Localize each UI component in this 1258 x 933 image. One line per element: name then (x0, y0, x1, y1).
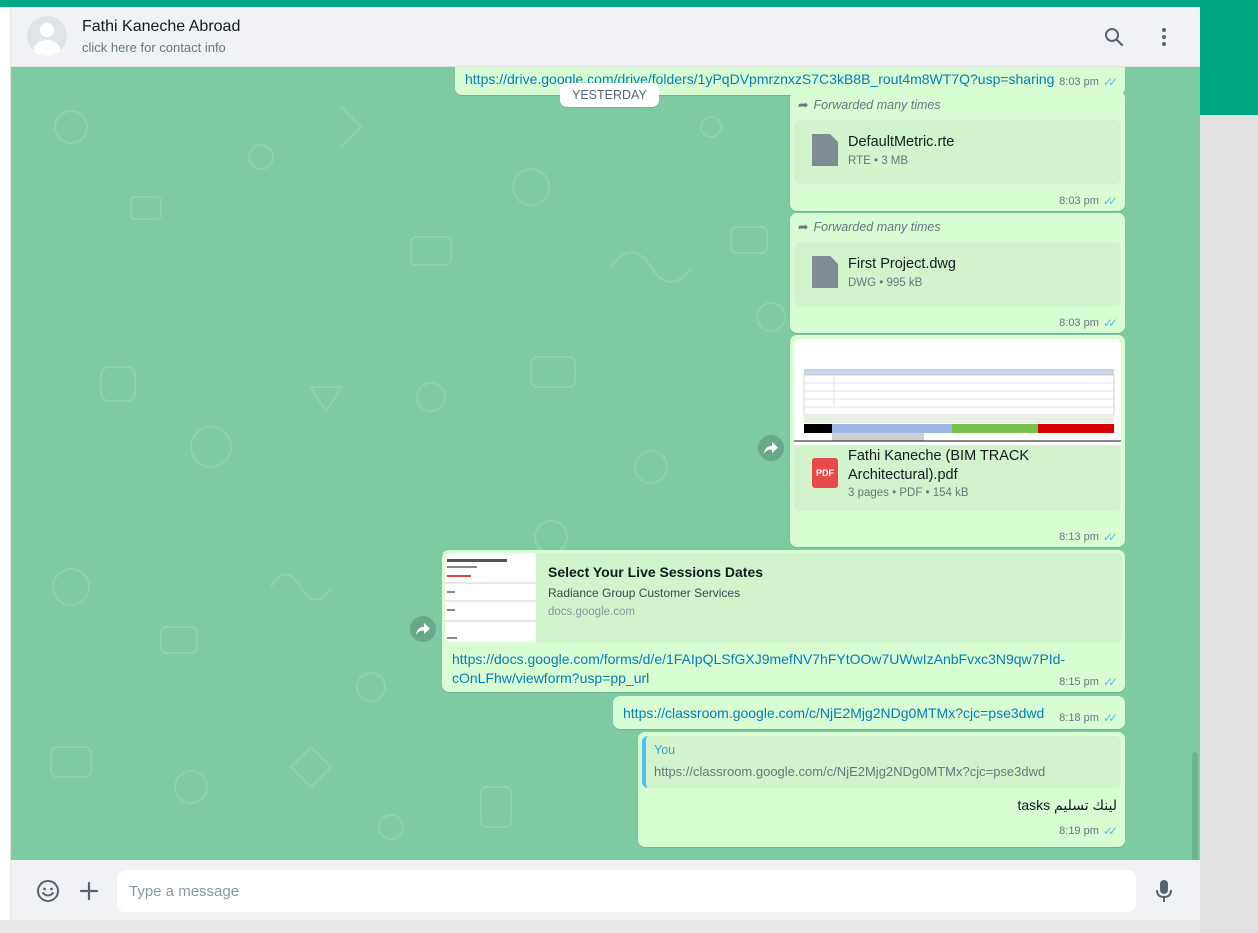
message-bubble[interactable]: Select Your Live Sessions Dates Radiance… (442, 550, 1125, 692)
forward-button[interactable] (758, 435, 784, 461)
double-tick-icon: ✓✓ (1102, 316, 1118, 330)
chat-window: Fathi Kaneche Abroad click here for cont… (11, 7, 1200, 920)
app-top-band (0, 0, 1258, 7)
message-bubble[interactable]: https://classroom.google.com/c/NjE2Mjg2N… (613, 696, 1125, 729)
avatar-head-shape (40, 23, 54, 37)
document-meta: RTE • 3 MB (848, 155, 909, 167)
microphone-icon[interactable] (1151, 878, 1177, 904)
link-preview-thumbnail (445, 553, 536, 642)
background-grey-panel (1200, 115, 1258, 933)
message-time: 8:03 pm ✓✓ (1059, 194, 1118, 208)
message-time: 8:18 pm ✓✓ (1059, 711, 1118, 725)
message-list[interactable]: https://drive.google.com/drive/folders/1… (11, 67, 1200, 860)
message-bubble[interactable]: You https://classroom.google.com/c/NjE2M… (638, 732, 1125, 847)
quoted-message[interactable]: You https://classroom.google.com/c/NjE2M… (642, 736, 1121, 788)
pdf-preview-image (794, 369, 1121, 442)
double-tick-icon: ✓✓ (1102, 194, 1118, 208)
message-time: 8:15 pm ✓✓ (1059, 675, 1118, 689)
document-meta: DWG • 995 kB (848, 277, 923, 289)
forward-button[interactable] (410, 616, 436, 642)
document-meta: 3 pages • PDF • 154 kB (848, 487, 969, 499)
chat-list-edge (0, 7, 11, 920)
message-link[interactable]: https://classroom.google.com/c/NjE2Mjg2N… (623, 705, 1044, 721)
pdf-thumbnail[interactable] (794, 339, 1121, 445)
scrollbar[interactable] (1192, 752, 1198, 860)
background-green-panel (1200, 0, 1258, 115)
double-tick-icon: ✓✓ (1102, 824, 1118, 838)
document-name: DefaultMetric.rte (848, 134, 955, 150)
message-time: 8:03 pm ✓✓ (1059, 316, 1118, 330)
link-preview-domain: docs.google.com (548, 606, 635, 618)
menu-icon[interactable] (1152, 25, 1176, 49)
double-tick-icon: ✓✓ (1102, 530, 1118, 544)
plus-icon[interactable] (76, 878, 102, 904)
bottom-edge (0, 920, 1200, 933)
quoted-author: You (654, 743, 676, 757)
forward-icon: ➦ (798, 98, 809, 112)
message-input[interactable] (117, 870, 1136, 912)
quoted-text: https://classroom.google.com/c/NjE2Mjg2N… (654, 764, 1046, 779)
double-tick-icon: ✓✓ (1102, 711, 1118, 725)
message-bubble[interactable]: ➦ Forwarded many times First Project.dwg… (790, 213, 1125, 333)
message-link[interactable]: https://docs.google.com/forms/d/e/1FAIpQ… (452, 650, 1072, 688)
message-bubble[interactable]: PDF Fathi Kaneche (BIM TRACK Architectur… (790, 335, 1125, 547)
message-time: 8:19 pm ✓✓ (1059, 824, 1118, 838)
pdf-file-icon: PDF (812, 458, 838, 488)
chat-header[interactable]: Fathi Kaneche Abroad click here for cont… (11, 7, 1200, 67)
contact-name[interactable]: Fathi Kaneche Abroad (82, 18, 240, 36)
contact-info-hint[interactable]: click here for contact info (82, 40, 226, 55)
forward-icon: ➦ (798, 220, 809, 234)
date-divider: YESTERDAY (560, 83, 659, 107)
avatar-body-shape (33, 40, 61, 56)
document-name: First Project.dwg (848, 256, 956, 272)
file-icon (812, 256, 838, 288)
forward-arrow-icon (416, 623, 430, 635)
message-link[interactable]: https://drive.google.com/drive/folders/1… (465, 71, 1054, 87)
emoji-icon[interactable] (35, 878, 61, 904)
forwarded-label: ➦ Forwarded many times (798, 97, 941, 113)
compose-bar (11, 860, 1200, 920)
double-tick-icon: ✓✓ (1102, 675, 1118, 689)
forward-arrow-icon (764, 442, 778, 454)
link-preview-card[interactable]: Select Your Live Sessions Dates Radiance… (445, 553, 1122, 642)
avatar[interactable] (27, 16, 67, 56)
double-tick-icon: ✓✓ (1102, 75, 1118, 89)
forwarded-label: ➦ Forwarded many times (798, 219, 941, 235)
document-attachment[interactable]: DefaultMetric.rte RTE • 3 MB (794, 120, 1121, 184)
document-attachment[interactable]: PDF Fathi Kaneche (BIM TRACK Architectur… (794, 445, 1121, 511)
document-name: Fathi Kaneche (BIM TRACK Architectural).… (848, 448, 1030, 483)
search-icon[interactable] (1102, 25, 1126, 49)
link-preview-description: Radiance Group Customer Services (548, 586, 741, 600)
message-text: لينك تسليم tasks (1017, 797, 1117, 813)
link-preview-title: Select Your Live Sessions Dates (548, 564, 764, 580)
message-bubble[interactable]: ➦ Forwarded many times DefaultMetric.rte… (790, 91, 1125, 211)
message-time: 8:13 pm ✓✓ (1059, 530, 1118, 544)
document-attachment[interactable]: First Project.dwg DWG • 995 kB (794, 242, 1121, 306)
file-icon (812, 134, 838, 166)
message-time: 8:03 pm ✓✓ (1059, 75, 1118, 89)
